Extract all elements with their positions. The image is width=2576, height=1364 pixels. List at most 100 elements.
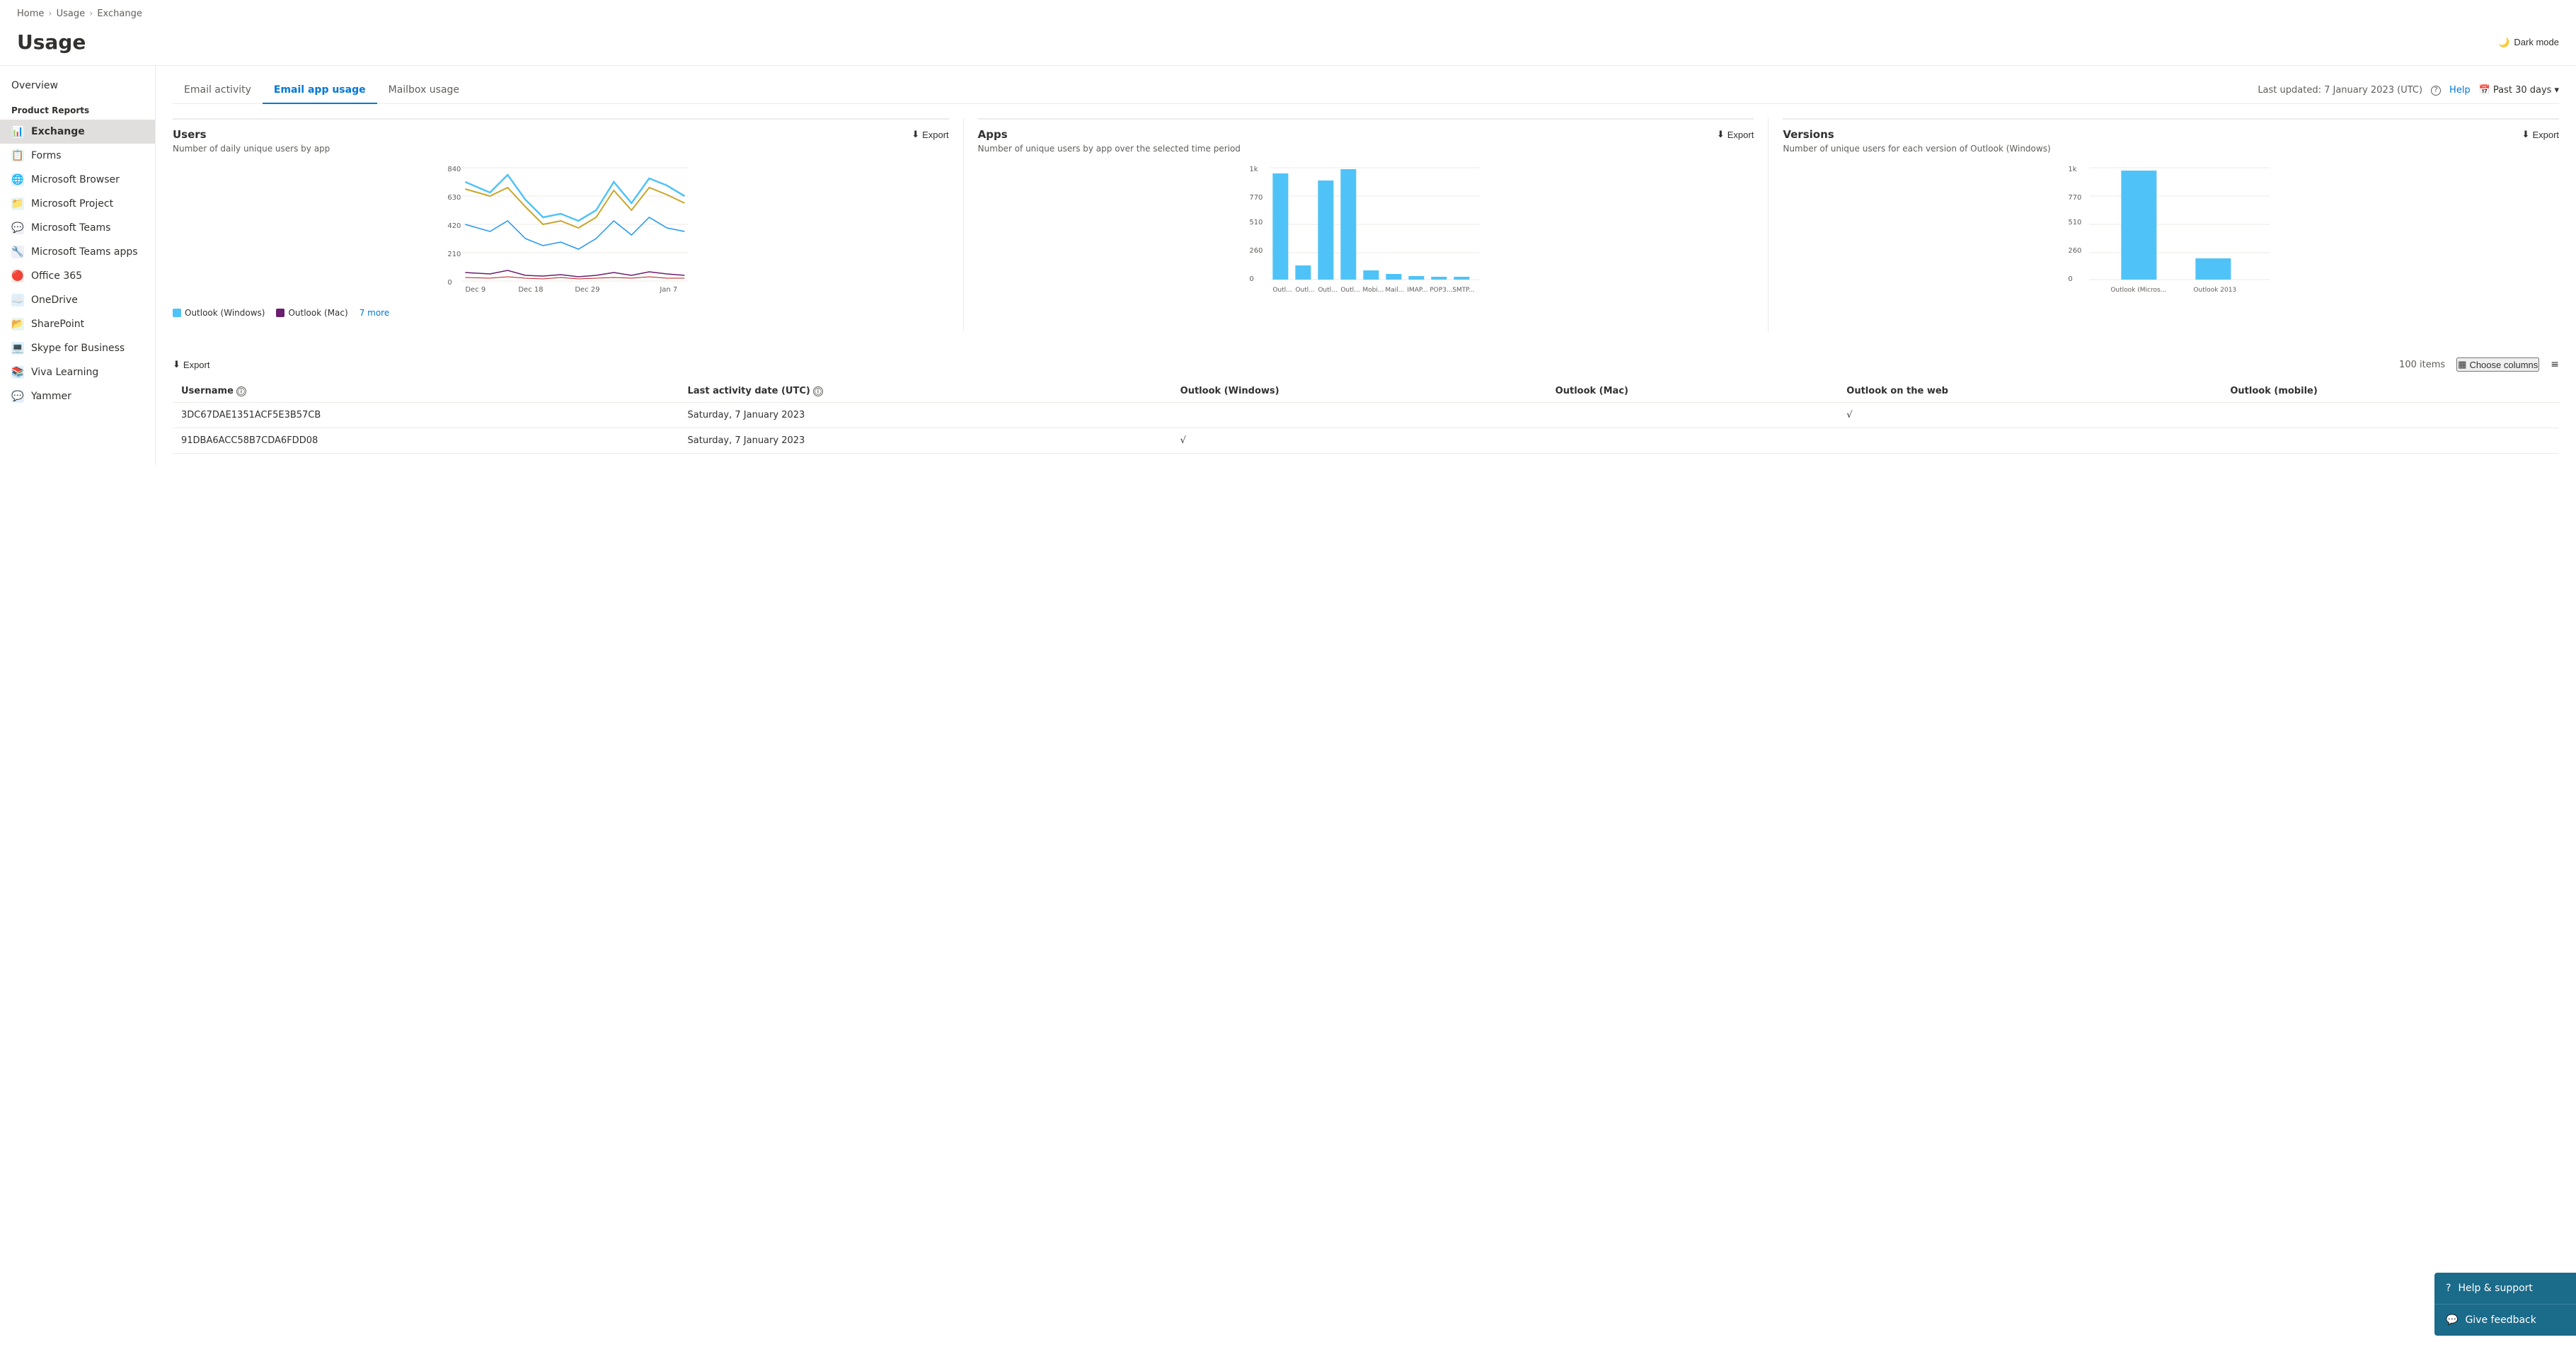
exchange-icon: 📊: [11, 125, 24, 138]
legend-dot-mac: [276, 309, 284, 317]
sidebar-label-sharepoint: SharePoint: [31, 319, 84, 330]
apps-chart-title: Apps: [978, 128, 1008, 141]
svg-text:SMTP...: SMTP...: [1452, 287, 1475, 294]
breadcrumb: Home › Usage › Exchange: [0, 0, 2576, 28]
table-row: 91DBA6ACC58B7CDA6FDD08 Saturday, 7 Janua…: [173, 428, 2559, 454]
apps-export-button[interactable]: ⬇ Export: [1717, 129, 1754, 140]
help-info-icon[interactable]: ?: [2431, 86, 2441, 96]
cell-mac-1: [1547, 403, 1839, 428]
legend-outlook-windows[interactable]: Outlook (Windows): [173, 308, 265, 318]
sidebar-item-overview[interactable]: Overview: [0, 74, 155, 97]
sidebar-item-skype[interactable]: 💻 Skype for Business: [0, 336, 155, 360]
cell-mac-2: [1547, 428, 1839, 454]
svg-text:Dec 9: Dec 9: [465, 286, 485, 294]
tab-email-activity[interactable]: Email activity: [173, 77, 263, 104]
sidebar: Overview Product Reports 📊 Exchange 📋 Fo…: [0, 66, 156, 465]
sidebar-label-yammer: Yammer: [31, 391, 71, 402]
svg-text:Mobi...: Mobi...: [1362, 287, 1384, 294]
svg-text:840: 840: [447, 166, 461, 173]
last-updated: Last updated: 7 January 2023 (UTC): [2258, 85, 2422, 96]
main-layout: Overview Product Reports 📊 Exchange 📋 Fo…: [0, 65, 2576, 465]
legend-more-link[interactable]: 7 more: [360, 308, 390, 318]
sidebar-item-microsoft-project[interactable]: 📁 Microsoft Project: [0, 192, 155, 216]
svg-text:510: 510: [1249, 219, 1263, 227]
breadcrumb-home[interactable]: Home: [17, 8, 44, 19]
period-selector[interactable]: 📅 Past 30 days ▾: [2479, 85, 2559, 96]
svg-text:630: 630: [447, 194, 461, 202]
sidebar-label-onedrive: OneDrive: [31, 294, 78, 306]
sidebar-label-project: Microsoft Project: [31, 198, 113, 210]
sidebar-item-forms[interactable]: 📋 Forms: [0, 144, 155, 168]
onedrive-icon: ☁️: [11, 294, 24, 306]
col-outlook-windows: Outlook (Windows): [1172, 380, 1547, 403]
help-link[interactable]: Help: [2449, 85, 2471, 96]
forms-icon: 📋: [11, 149, 24, 162]
col-username: Username ⓘ: [173, 380, 679, 403]
svg-text:210: 210: [447, 251, 461, 258]
versions-chart-header: Versions ⬇ Export: [1783, 118, 2559, 141]
sidebar-label-browser: Microsoft Browser: [31, 174, 120, 185]
sidebar-section-title: Product Reports: [0, 97, 155, 120]
give-feedback-button[interactable]: 💬 Give feedback: [2434, 1305, 2576, 1336]
cell-mobile-1: [2221, 403, 2559, 428]
table-item-count: 100 items: [2399, 360, 2445, 370]
cell-windows-2: √: [1172, 428, 1547, 454]
sidebar-label-forms: Forms: [31, 150, 62, 161]
page-header: Usage 🌙 Dark mode: [0, 28, 2576, 65]
tab-email-app-usage[interactable]: Email app usage: [263, 77, 377, 104]
dark-mode-button[interactable]: 🌙 Dark mode: [2498, 37, 2559, 48]
tab-mailbox-usage[interactable]: Mailbox usage: [377, 77, 471, 104]
table-export-button[interactable]: ⬇ Export: [173, 359, 209, 370]
sidebar-item-microsoft-teams-apps[interactable]: 🔧 Microsoft Teams apps: [0, 240, 155, 264]
cell-mobile-2: [2221, 428, 2559, 454]
username-info-icon[interactable]: ⓘ: [236, 386, 246, 396]
breadcrumb-current: Exchange: [97, 8, 142, 19]
column-settings-icon[interactable]: ≡: [2551, 359, 2559, 370]
users-export-button[interactable]: ⬇ Export: [912, 129, 948, 140]
help-support-icon: ?: [2446, 1283, 2451, 1294]
sidebar-label-skype: Skype for Business: [31, 343, 125, 354]
svg-text:Outl...: Outl...: [1340, 287, 1359, 294]
users-chart-panel: Users ⬇ Export Number of daily unique us…: [173, 118, 964, 332]
help-support-button[interactable]: ? Help & support: [2434, 1273, 2576, 1305]
sidebar-item-microsoft-teams[interactable]: 💬 Microsoft Teams: [0, 216, 155, 240]
cell-web-1: √: [1838, 403, 2221, 428]
sidebar-item-onedrive[interactable]: ☁️ OneDrive: [0, 288, 155, 312]
svg-text:Outl...: Outl...: [1318, 287, 1337, 294]
col-last-activity: Last activity date (UTC) ⓘ: [679, 380, 1172, 403]
browser-icon: 🌐: [11, 173, 24, 186]
sidebar-item-sharepoint[interactable]: 📂 SharePoint: [0, 312, 155, 336]
svg-text:Mail...: Mail...: [1385, 287, 1404, 294]
moon-icon: 🌙: [2498, 37, 2509, 48]
sidebar-item-office-365[interactable]: 🔴 Office 365: [0, 264, 155, 288]
svg-text:Outl...: Outl...: [1272, 287, 1292, 294]
breadcrumb-usage[interactable]: Usage: [57, 8, 86, 19]
legend-outlook-mac[interactable]: Outlook (Mac): [276, 308, 347, 318]
sidebar-item-microsoft-browser[interactable]: 🌐 Microsoft Browser: [0, 168, 155, 192]
choose-columns-button[interactable]: ▦ Choose columns: [2456, 357, 2539, 372]
apps-chart-header: Apps ⬇ Export: [978, 118, 1754, 141]
table-row: 3DC67DAE1351ACF5E3B57CB Saturday, 7 Janu…: [173, 403, 2559, 428]
cell-username-2: 91DBA6ACC58B7CDA6FDD08: [173, 428, 679, 454]
last-activity-info-icon[interactable]: ⓘ: [813, 386, 823, 396]
teams-apps-icon: 🔧: [11, 246, 24, 258]
table-toolbar: ⬇ Export 100 items ▦ Choose columns ≡: [173, 349, 2559, 380]
svg-text:770: 770: [2069, 194, 2082, 202]
sidebar-item-viva-learning[interactable]: 📚 Viva Learning: [0, 360, 155, 384]
sidebar-item-yammer[interactable]: 💬 Yammer: [0, 384, 155, 408]
versions-export-button[interactable]: ⬇ Export: [2522, 129, 2559, 140]
svg-text:Outlook (Micros...: Outlook (Micros...: [2111, 287, 2167, 294]
svg-text:1k: 1k: [2069, 166, 2077, 173]
sidebar-label-viva: Viva Learning: [31, 367, 98, 378]
users-chart-header: Users ⬇ Export: [173, 118, 949, 141]
svg-text:Outlook 2013: Outlook 2013: [2194, 287, 2237, 294]
sidebar-label-office365: Office 365: [31, 270, 82, 282]
yammer-icon: 💬: [11, 390, 24, 403]
sidebar-item-exchange[interactable]: 📊 Exchange: [0, 120, 155, 144]
versions-chart-area: 1k 770 510 260 0: [1783, 161, 2559, 302]
cell-last-activity-2: Saturday, 7 January 2023: [679, 428, 1172, 454]
tab-meta: Last updated: 7 January 2023 (UTC) ? Hel…: [2258, 85, 2559, 96]
teams-icon: 💬: [11, 222, 24, 234]
users-chart-legend: Outlook (Windows) Outlook (Mac) 7 more: [173, 308, 949, 318]
legend-dot-windows: [173, 309, 181, 317]
